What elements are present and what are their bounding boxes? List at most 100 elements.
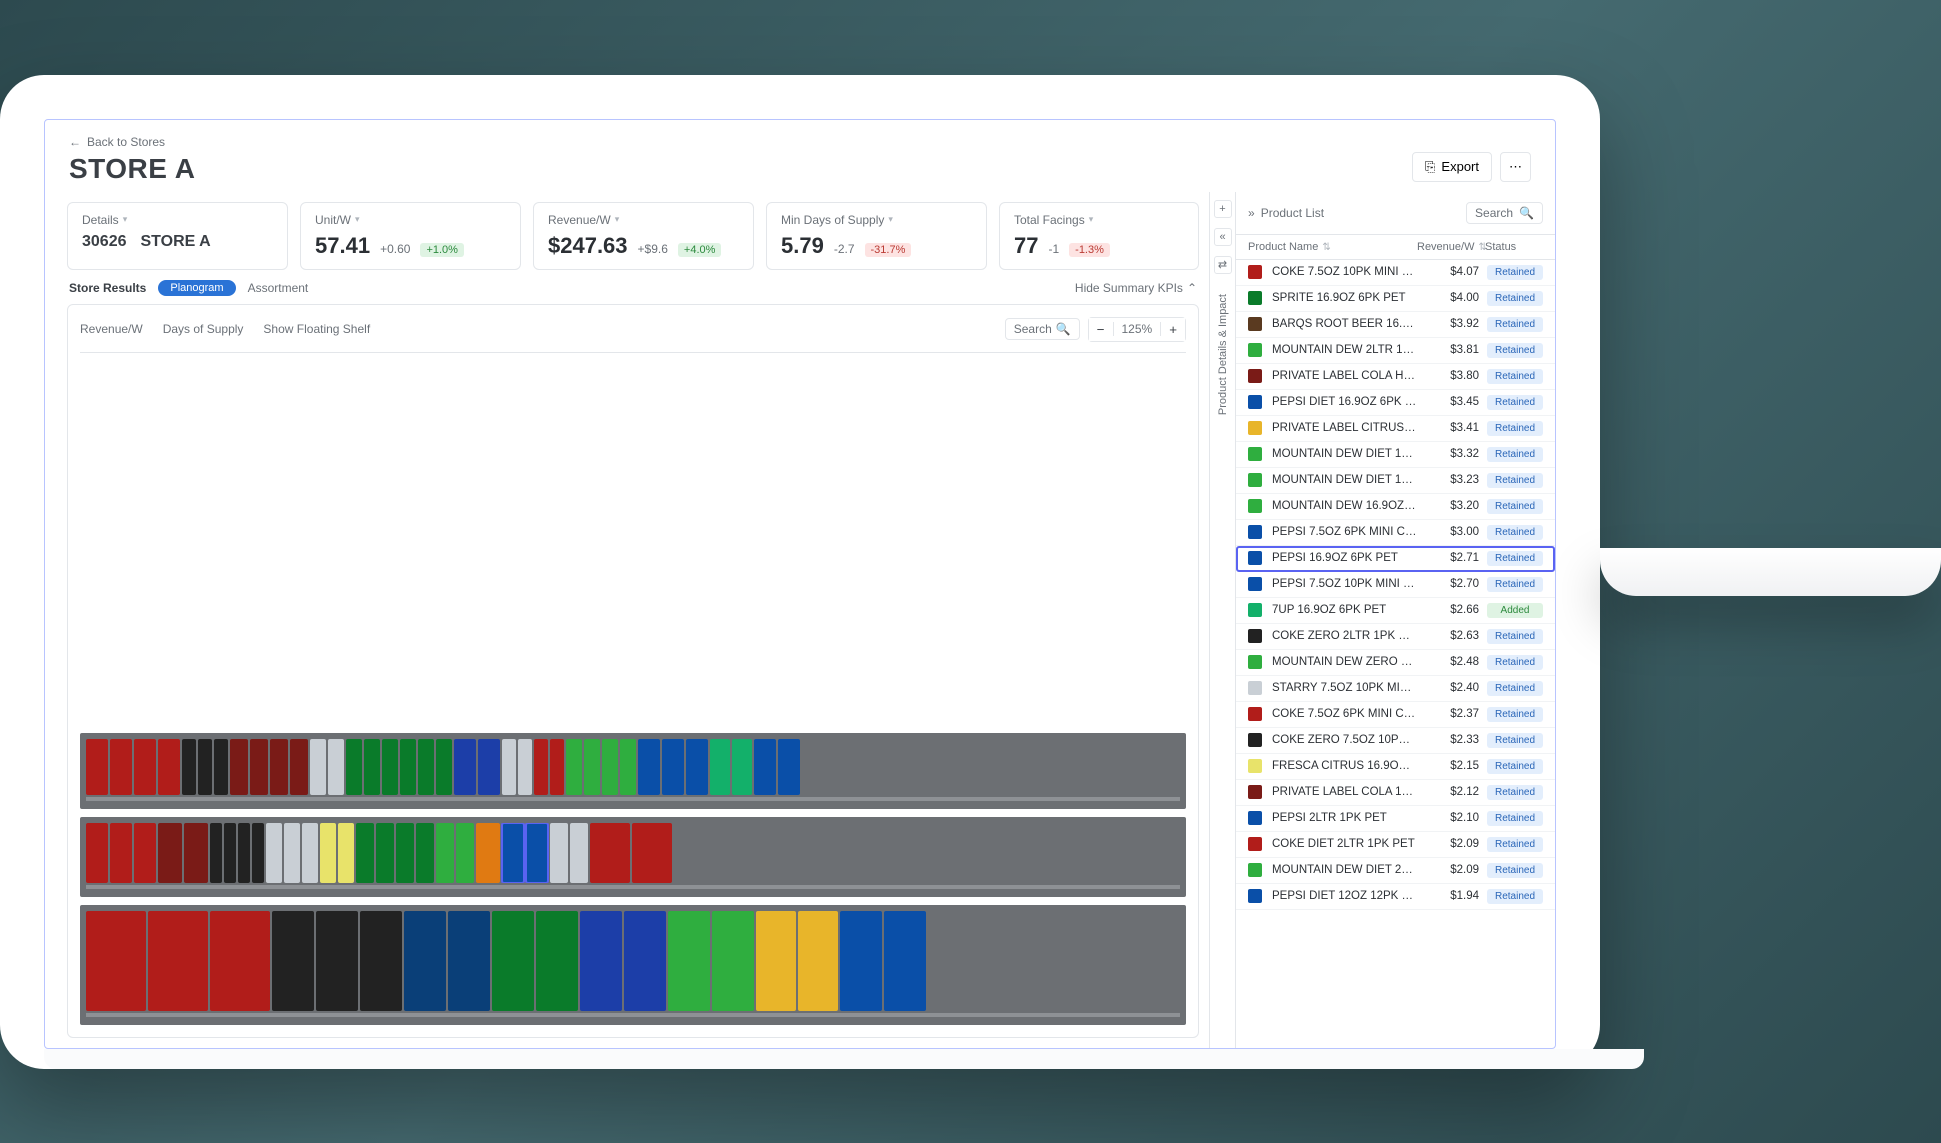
table-row[interactable]: PEPSI 7.5OZ 10PK MINI CAN$2.70Retained [1236, 572, 1555, 598]
planogram-product[interactable] [382, 739, 398, 795]
planogram-product[interactable] [346, 739, 362, 795]
table-row[interactable]: MOUNTAIN DEW DIET 16.9OZ 6...$3.32Retain… [1236, 442, 1555, 468]
table-row[interactable]: SPRITE 16.9OZ 6PK PET$4.00Retained [1236, 286, 1555, 312]
planogram-product[interactable] [270, 739, 288, 795]
table-row[interactable]: PEPSI 16.9OZ 6PK PET$2.71Retained [1236, 546, 1555, 572]
tab-assortment[interactable]: Assortment [248, 281, 309, 295]
table-row[interactable]: PEPSI DIET 12OZ 12PK CAN$1.94Retained [1236, 884, 1555, 910]
table-row[interactable]: 7UP 16.9OZ 6PK PET$2.66Added [1236, 598, 1555, 624]
table-row[interactable]: PEPSI 2LTR 1PK PET$2.10Retained [1236, 806, 1555, 832]
kpi-mindos[interactable]: Min Days of Supply 5.79 -2.7 -31.7% [766, 202, 987, 270]
planogram-product[interactable] [134, 823, 156, 883]
kpi-details[interactable]: Details 30626 STORE A [67, 202, 288, 270]
planogram-product[interactable] [356, 823, 374, 883]
planogram-product[interactable] [436, 823, 454, 883]
table-row[interactable]: PRIVATE LABEL CITRUS SODA DI...$3.41Reta… [1236, 416, 1555, 442]
planogram-product[interactable] [710, 739, 730, 795]
kpi-facings[interactable]: Total Facings 77 -1 -1.3% [999, 202, 1199, 270]
col-product-name[interactable]: Product Name⇅ [1248, 241, 1411, 253]
opt-days-of-supply[interactable]: Days of Supply [163, 322, 244, 336]
planogram-product[interactable] [182, 739, 196, 795]
planogram-product[interactable] [110, 823, 132, 883]
planogram-product[interactable] [492, 911, 534, 1011]
planogram-product[interactable] [632, 823, 672, 883]
tab-planogram[interactable]: Planogram [158, 280, 235, 296]
planogram-product[interactable] [320, 823, 336, 883]
planogram-product[interactable] [840, 911, 882, 1011]
planogram-product[interactable] [252, 823, 264, 883]
planogram-product[interactable] [214, 739, 228, 795]
planogram-product[interactable] [550, 739, 564, 795]
planogram-product[interactable] [360, 911, 402, 1011]
table-row[interactable]: MOUNTAIN DEW DIET 2LTR 1PK P...$2.09Reta… [1236, 858, 1555, 884]
col-status[interactable]: Status [1485, 241, 1543, 253]
table-row[interactable]: MOUNTAIN DEW 2LTR 1PK PET$3.81Retained [1236, 338, 1555, 364]
planogram-product[interactable] [396, 823, 414, 883]
planogram-product[interactable] [448, 911, 490, 1011]
planogram-product[interactable] [302, 823, 318, 883]
panel-search[interactable]: Search 🔍 [1466, 202, 1543, 224]
planogram-canvas[interactable] [80, 371, 1186, 1025]
planogram-product[interactable] [502, 823, 524, 883]
table-row[interactable]: COKE 7.5OZ 6PK MINI CAN$2.37Retained [1236, 702, 1555, 728]
table-row[interactable]: PRIVATE LABEL COLA 12OZ 12P...$2.12Retai… [1236, 780, 1555, 806]
planogram-product[interactable] [536, 911, 578, 1011]
planogram-product[interactable] [756, 911, 796, 1011]
planogram-product[interactable] [376, 823, 394, 883]
planogram-product[interactable] [210, 823, 222, 883]
planogram-product[interactable] [638, 739, 660, 795]
planogram-product[interactable] [526, 823, 548, 883]
table-row[interactable]: FRESCA CITRUS 16.9OZ 6PK PET$2.15Retaine… [1236, 754, 1555, 780]
hide-summary-kpis[interactable]: Hide Summary KPIs ⌃ [1075, 281, 1197, 295]
planogram-product[interactable] [338, 823, 354, 883]
planogram-product[interactable] [400, 739, 416, 795]
planogram-product[interactable] [502, 739, 516, 795]
planogram-product[interactable] [754, 739, 776, 795]
planogram-product[interactable] [570, 823, 588, 883]
table-row[interactable]: COKE ZERO 7.5OZ 10PK MINI C...$2.33Retai… [1236, 728, 1555, 754]
table-row[interactable]: STARRY 7.5OZ 10PK MINI CAN$2.40Retained [1236, 676, 1555, 702]
planogram-product[interactable] [476, 823, 500, 883]
planogram-search[interactable]: Search 🔍 [1005, 318, 1080, 340]
planogram-product[interactable] [662, 739, 684, 795]
planogram-product[interactable] [158, 823, 182, 883]
planogram-product[interactable] [478, 739, 500, 795]
planogram-product[interactable] [148, 911, 208, 1011]
planogram-product[interactable] [198, 739, 212, 795]
product-list[interactable]: COKE 7.5OZ 10PK MINI CAN$4.07RetainedSPR… [1236, 260, 1555, 1048]
col-revenue-w[interactable]: Revenue/W⇅ [1417, 241, 1479, 253]
planogram-product[interactable] [566, 739, 582, 795]
rail-swap-button[interactable]: ⇄ [1214, 256, 1232, 274]
table-row[interactable]: COKE DIET 2LTR 1PK PET$2.09Retained [1236, 832, 1555, 858]
planogram-product[interactable] [416, 823, 434, 883]
planogram-product[interactable] [584, 739, 600, 795]
planogram-product[interactable] [86, 739, 108, 795]
zoom-out-button[interactable]: − [1089, 318, 1113, 341]
planogram-product[interactable] [310, 739, 326, 795]
planogram-product[interactable] [86, 823, 108, 883]
planogram-product[interactable] [624, 911, 666, 1011]
planogram-product[interactable] [580, 911, 622, 1011]
planogram-product[interactable] [456, 823, 474, 883]
planogram-product[interactable] [316, 911, 358, 1011]
planogram-product[interactable] [364, 739, 380, 795]
planogram-product[interactable] [518, 739, 532, 795]
opt-show-floating-shelf[interactable]: Show Floating Shelf [263, 322, 370, 336]
table-row[interactable]: COKE 7.5OZ 10PK MINI CAN$4.07Retained [1236, 260, 1555, 286]
table-row[interactable]: MOUNTAIN DEW 16.9OZ 6PK PET$3.20Retained [1236, 494, 1555, 520]
table-row[interactable]: PRIVATE LABEL COLA HIT 2LTR 1P...$3.80Re… [1236, 364, 1555, 390]
planogram-product[interactable] [798, 911, 838, 1011]
kpi-revw[interactable]: Revenue/W $247.63 +$9.6 +4.0% [533, 202, 754, 270]
planogram-product[interactable] [210, 911, 270, 1011]
planogram-product[interactable] [238, 823, 250, 883]
planogram-product[interactable] [534, 739, 548, 795]
planogram-product[interactable] [436, 739, 452, 795]
table-row[interactable]: BARQS ROOT BEER 16.9OZ 6PK...$3.92Retain… [1236, 312, 1555, 338]
planogram-product[interactable] [230, 739, 248, 795]
planogram-product[interactable] [184, 823, 208, 883]
planogram-product[interactable] [266, 823, 282, 883]
planogram-product[interactable] [404, 911, 446, 1011]
planogram-product[interactable] [602, 739, 618, 795]
opt-revenue-w[interactable]: Revenue/W [80, 322, 143, 336]
back-to-stores-link[interactable]: ← Back to Stores [69, 135, 165, 149]
